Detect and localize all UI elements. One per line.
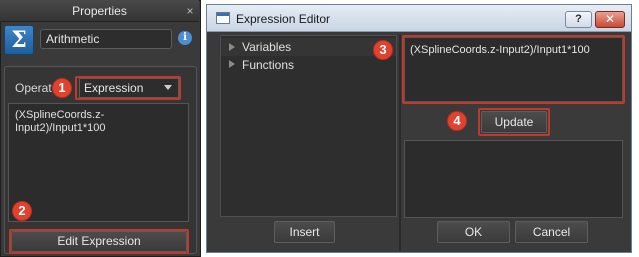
sigma-icon: Σ xyxy=(4,25,34,55)
callout-highlight-operation xyxy=(75,76,181,100)
close-icon[interactable]: × xyxy=(183,4,197,18)
close-button[interactable]: ✕ xyxy=(595,11,625,28)
insert-button[interactable]: Insert xyxy=(274,221,335,243)
ok-button[interactable]: OK xyxy=(437,221,510,243)
node-name-field[interactable]: Arithmetic xyxy=(40,29,172,49)
expression-textarea[interactable]: (XSplineCoords.z-Input2)/Input1*100 xyxy=(8,103,189,222)
cancel-button[interactable]: Cancel xyxy=(515,221,588,243)
callout-highlight-expression xyxy=(402,35,625,104)
callout-badge-1: 1 xyxy=(52,78,72,98)
info-icon[interactable]: i xyxy=(178,31,192,45)
expand-arrow-icon[interactable] xyxy=(229,60,235,68)
help-button[interactable]: ? xyxy=(565,11,592,28)
expand-arrow-icon[interactable] xyxy=(229,43,235,51)
tree-item-functions[interactable]: Functions xyxy=(242,58,294,72)
callout-badge-4: 4 xyxy=(447,111,467,131)
properties-title: Properties xyxy=(0,0,199,22)
tree-item-variables[interactable]: Variables xyxy=(242,40,291,54)
operation-label: Operat xyxy=(15,81,52,95)
window-icon-bar xyxy=(217,13,229,16)
dialog-title: Expression Editor xyxy=(236,12,331,26)
callout-highlight-update xyxy=(478,108,550,136)
callout-badge-3: 3 xyxy=(373,40,393,60)
splitter[interactable] xyxy=(399,35,401,251)
callout-highlight-edit-expression xyxy=(9,229,189,254)
callout-badge-2: 2 xyxy=(12,201,32,221)
output-area xyxy=(404,140,623,218)
